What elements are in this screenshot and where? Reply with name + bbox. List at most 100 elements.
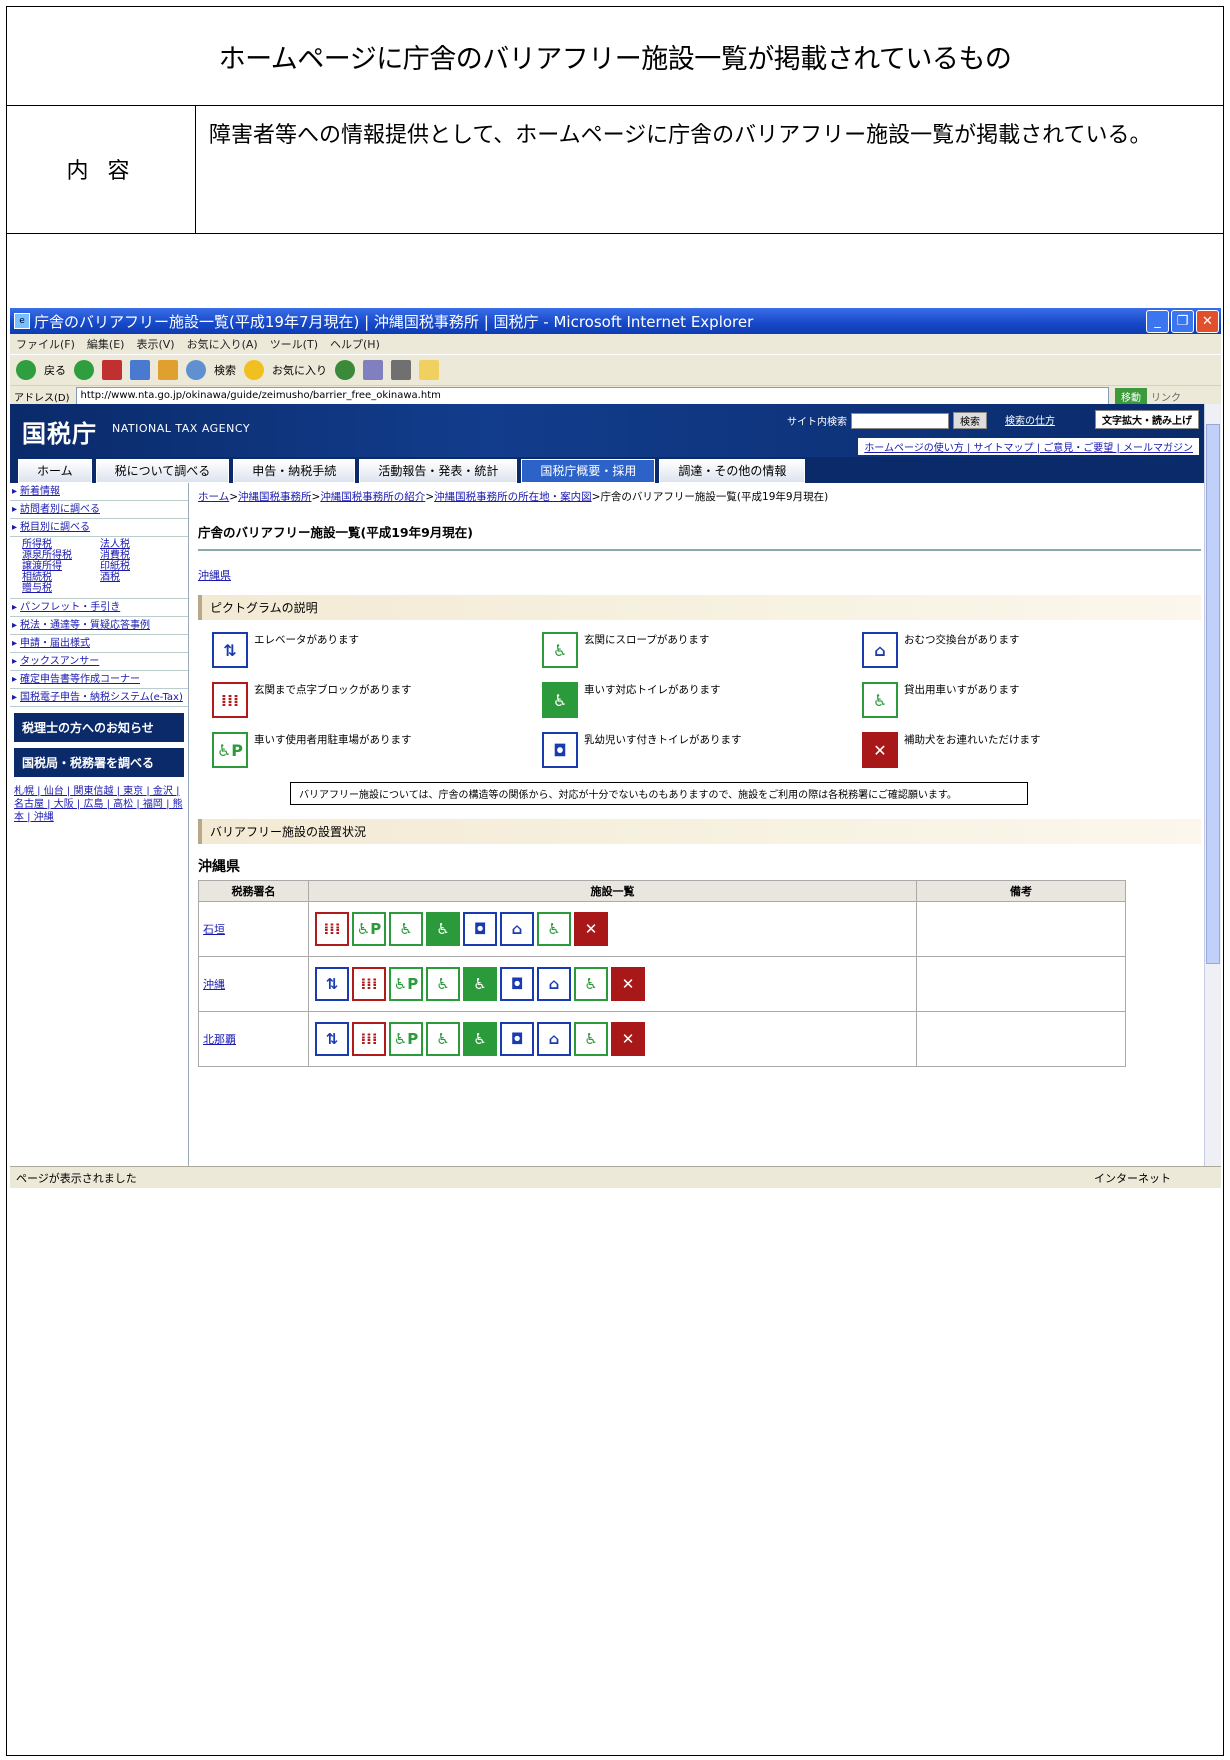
menu-tools[interactable]: ツール(T) <box>270 336 318 352</box>
wheelchair-rental-icon: ♿ <box>862 682 898 718</box>
office-name-link[interactable]: 北那覇 <box>198 1011 309 1067</box>
menu-help[interactable]: ヘルプ(H) <box>330 336 380 352</box>
pictogram-label: 玄関まで点字ブロックがあります <box>254 684 412 696</box>
sidebar-item-law[interactable]: 税法・通達等・質疑応答事例 <box>10 617 188 635</box>
office-name-link[interactable]: 沖縄 <box>198 956 309 1012</box>
tax-link[interactable]: 酒税 <box>100 572 178 583</box>
site-search-label: サイト内検索 <box>787 417 847 428</box>
pictogram-item: ♿ 玄関にスロープがあります <box>542 632 862 668</box>
pictogram-item: ◘ 乳幼児いす付きトイレがあります <box>542 732 862 768</box>
pictogram-item: ♿ 貸出用車いすがあります <box>862 682 1182 718</box>
page-title: 庁舎のバリアフリー施設一覧(平成19年9月現在) <box>198 522 1201 551</box>
search-label[interactable]: 検索 <box>214 362 236 378</box>
table-header: 税務署名 <box>198 880 309 902</box>
prefecture-heading: 沖縄県 <box>198 859 240 875</box>
pictogram-label: 貸出用車いすがあります <box>904 684 1020 696</box>
sidebar-item-forms[interactable]: 申請・届出様式 <box>10 635 188 653</box>
breadcrumb-link[interactable]: ホーム <box>198 491 229 503</box>
zoom-button[interactable]: 文字拡大・読み上げ <box>1095 410 1199 429</box>
tax-accountant-button[interactable]: 税理士の方へのお知らせ <box>14 713 184 742</box>
menu-file[interactable]: ファイル(F) <box>16 336 75 352</box>
go-button[interactable]: 移動 <box>1115 387 1147 405</box>
global-nav: ホーム 税について調べる 申告・納税手続 活動報告・発表・統計 国税庁概要・採用… <box>10 457 1205 483</box>
menu-edit[interactable]: 編集(E) <box>87 336 125 352</box>
nav-filing[interactable]: 申告・納税手続 <box>233 459 356 483</box>
content-row: 内 容 障害者等への情報提供として、ホームページに庁舎のバリアフリー施設一覧が掲… <box>7 105 1223 234</box>
region-links[interactable]: 札幌 | 仙台 | 関東信越 | 東京 | 金沢 | 名古屋 | 大阪 | 広島… <box>10 783 188 826</box>
site-search-input[interactable] <box>851 412 949 429</box>
back-label[interactable]: 戻る <box>44 362 66 378</box>
sidebar-item-news[interactable]: 新着情報 <box>10 483 188 501</box>
sidebar-item-etax[interactable]: 国税電子申告・納税システム(e-Tax) <box>10 689 188 707</box>
browser-title: 庁舎のバリアフリー施設一覧(平成19年7月現在) | 沖縄国税事務所 | 国税庁… <box>34 312 754 331</box>
site-logo[interactable]: 国税庁 <box>22 414 97 449</box>
office-name-link[interactable]: 石垣 <box>198 901 309 957</box>
mail-icon[interactable] <box>363 360 383 380</box>
back-icon[interactable] <box>16 360 36 380</box>
nav-tax-info[interactable]: 税について調べる <box>95 459 230 483</box>
table-row: 沖縄 ⇅ ⁞⁞⁞ ♿P ♿ ♿ ◘ ⌂ ♿ ✕ <box>198 956 1126 1012</box>
maximize-icon[interactable]: ❐ <box>1171 310 1194 333</box>
sidebar-item-pamphlets[interactable]: パンフレット・手引き <box>10 599 188 617</box>
browser-window: e 庁舎のバリアフリー施設一覧(平成19年7月現在) | 沖縄国税事務所 | 国… <box>10 308 1221 1188</box>
sidebar-item-taxanswer[interactable]: タックスアンサー <box>10 653 188 671</box>
print-icon[interactable] <box>391 360 411 380</box>
sub-links[interactable]: ホームページの使い方 | サイトマップ | ご意見・ご要望 | メールマガジン <box>858 438 1199 455</box>
forward-icon[interactable] <box>74 360 94 380</box>
favorites-icon[interactable] <box>244 360 264 380</box>
tax-link[interactable]: 譲渡所得 <box>22 561 100 572</box>
search-icon[interactable] <box>186 360 206 380</box>
sidebar-item-return-corner[interactable]: 確定申告書等作成コーナー <box>10 671 188 689</box>
scroll-thumb[interactable] <box>1206 424 1220 964</box>
nav-home[interactable]: ホーム <box>18 459 92 483</box>
baby-seat-toilet-icon: ◘ <box>500 967 534 1001</box>
nav-reports[interactable]: 活動報告・発表・統計 <box>359 459 518 483</box>
elevator-icon: ⇅ <box>212 632 248 668</box>
home-icon[interactable] <box>158 360 178 380</box>
breadcrumb: ホーム>沖縄国税事務所>沖縄国税事務所の紹介>沖縄国税事務所の所在地・案内図>庁… <box>198 491 829 503</box>
site-search-button[interactable]: 検索 <box>953 412 987 429</box>
close-icon[interactable]: ✕ <box>1196 310 1219 333</box>
breadcrumb-link[interactable]: 沖縄国税事務所の所在地・案内図 <box>434 491 592 503</box>
ie-icon: e <box>14 313 30 329</box>
breadcrumb-link[interactable]: 沖縄国税事務所 <box>238 491 312 503</box>
folder-icon[interactable] <box>419 360 439 380</box>
tax-link[interactable]: 所得税 <box>22 539 100 550</box>
remarks-cell <box>916 956 1126 1012</box>
tax-link[interactable]: 贈与税 <box>22 583 100 594</box>
history-icon[interactable] <box>335 360 355 380</box>
table-header: 備考 <box>916 880 1126 902</box>
wheelchair-parking-icon: ♿P <box>352 912 386 946</box>
sidebar-item-taxes[interactable]: 税目別に調べる <box>10 519 188 537</box>
wheelchair-rental-icon: ♿ <box>574 1022 608 1056</box>
tax-link[interactable]: 印紙税 <box>100 561 178 572</box>
address-bar: アドレス(D) http://www.nta.go.jp/okinawa/gui… <box>10 385 1221 406</box>
howto-search-link[interactable]: 検索の仕方 <box>1005 412 1055 427</box>
refresh-icon[interactable] <box>130 360 150 380</box>
elevator-icon: ⇅ <box>315 967 349 1001</box>
minimize-icon[interactable]: _ <box>1146 310 1169 333</box>
toolbar: 戻る 検索 お気に入り <box>10 354 1221 385</box>
tax-link[interactable]: 消費税 <box>100 550 178 561</box>
tax-link[interactable]: 相続税 <box>22 572 100 583</box>
url-input[interactable]: http://www.nta.go.jp/okinawa/guide/zeimu… <box>75 387 1109 405</box>
menu-favorites[interactable]: お気に入り(A) <box>187 336 258 352</box>
table-row: 石垣 ⁞⁞⁞ ♿P ♿ ♿ ◘ ⌂ ♿ ✕ <box>198 901 1126 957</box>
favorites-label[interactable]: お気に入り <box>272 362 327 378</box>
tax-link[interactable]: 源泉所得税 <box>22 550 100 561</box>
security-zone: インターネット <box>1094 1171 1171 1185</box>
find-office-button[interactable]: 国税局・税務署を調べる <box>14 748 184 777</box>
breadcrumb-link[interactable]: 沖縄国税事務所の紹介 <box>320 491 425 503</box>
links-label[interactable]: リンク <box>1151 389 1181 404</box>
menu-view[interactable]: 表示(V) <box>136 336 174 352</box>
prefecture-link[interactable]: 沖縄県 <box>198 567 1201 583</box>
stop-icon[interactable] <box>102 360 122 380</box>
vertical-scrollbar[interactable] <box>1204 404 1221 1166</box>
pictogram-label: 車いす対応トイレがあります <box>584 684 721 696</box>
nav-overview[interactable]: 国税庁概要・採用 <box>521 459 656 483</box>
tax-link[interactable]: 法人税 <box>100 539 178 550</box>
sidebar-item-visitors[interactable]: 訪問者別に調べる <box>10 501 188 519</box>
table-row: 北那覇 ⇅ ⁞⁞⁞ ♿P ♿ ♿ ◘ ⌂ ♿ ✕ <box>198 1011 1126 1067</box>
facility-icons: ⇅ ⁞⁞⁞ ♿P ♿ ♿ ◘ ⌂ ♿ ✕ <box>308 956 917 1012</box>
nav-procurement[interactable]: 調達・その他の情報 <box>659 459 806 483</box>
